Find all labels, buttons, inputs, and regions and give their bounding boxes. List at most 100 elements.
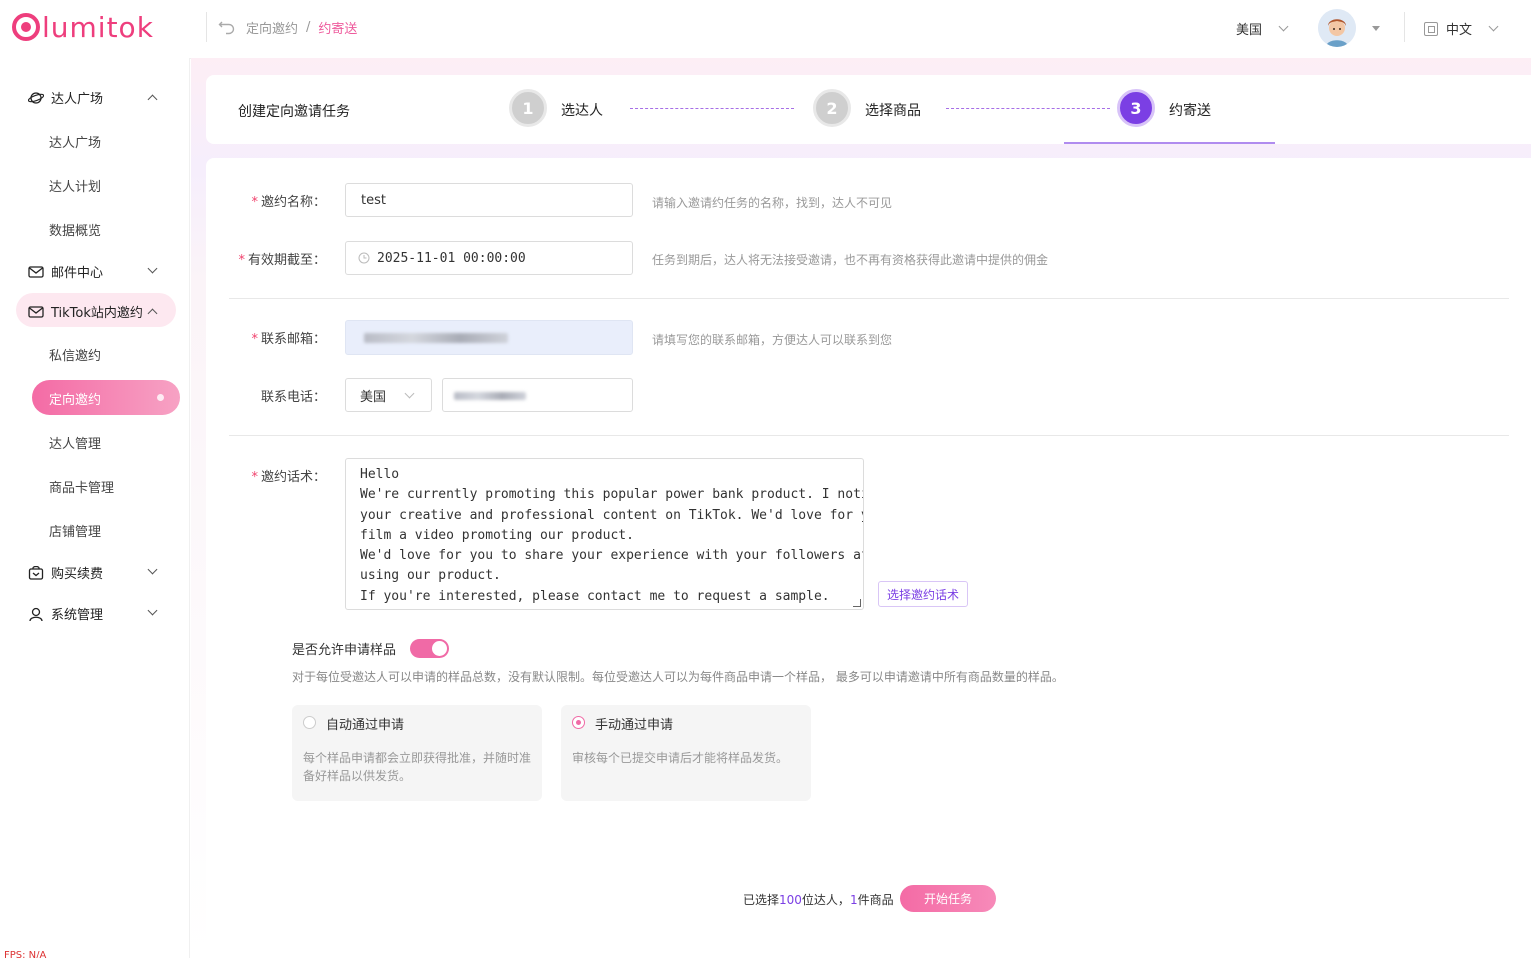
phone-country-value: 美国 xyxy=(360,389,387,405)
sidebar-group-label: 达人广场 xyxy=(51,92,104,107)
invite-script-label: * 邀约话术： xyxy=(251,470,326,485)
expiry-label: * 有效期截至： xyxy=(238,253,326,268)
breadcrumb-separator: / xyxy=(306,20,311,35)
step-number: 1 xyxy=(522,98,534,118)
step-number: 2 xyxy=(826,98,838,118)
step-3-label: 约寄送 xyxy=(1169,103,1211,119)
sidebar-group-system[interactable]: 系统管理 xyxy=(28,604,103,623)
header-divider xyxy=(206,12,207,42)
manual-approve-option[interactable]: 手动通过申请 审核每个已提交申请后才能将样品发货。 xyxy=(561,705,811,801)
user-icon xyxy=(29,607,43,621)
email-input[interactable] xyxy=(345,320,633,355)
expiry-datetime-input[interactable]: 2025-11-01 00:00:00 xyxy=(345,241,633,275)
sidebar-group-purchase[interactable]: 购买续费 xyxy=(28,563,103,582)
step-2-circle: 2 xyxy=(813,89,851,127)
start-task-button[interactable]: 开始任务 xyxy=(900,885,996,912)
breadcrumb-item-directed-invite[interactable]: 定向邀约 xyxy=(246,18,298,37)
step-3-circle: 3 xyxy=(1117,89,1155,127)
language-label: 中文 xyxy=(1446,23,1473,38)
script-line: We're currently promoting this popular p… xyxy=(360,487,864,503)
sidebar-item-creator-plan[interactable]: 达人计划 xyxy=(49,176,101,195)
active-step-underline xyxy=(1064,142,1275,144)
avatar-face-icon xyxy=(1318,9,1356,47)
sidebar-item-data-overview[interactable]: 数据概览 xyxy=(49,220,101,239)
top-header: lumitok 定向邀约 / 约寄送 美国 中文 xyxy=(0,0,1531,56)
section-divider xyxy=(229,435,1509,436)
region-select[interactable]: 美国 xyxy=(1236,19,1289,38)
active-dot-icon xyxy=(157,394,164,401)
manual-approve-radio[interactable] xyxy=(572,716,585,729)
script-line: If you're interested, please contact me … xyxy=(360,588,830,604)
sidebar-group-label: TikTok站内邀约 xyxy=(51,306,143,321)
back-arrow-icon[interactable] xyxy=(218,19,236,37)
chevron-down-icon xyxy=(1488,21,1499,32)
email-hint: 请填写您的联系邮箱，方便达人可以联系到您 xyxy=(652,333,893,347)
sidebar-group-label: 邮件中心 xyxy=(51,266,104,281)
lumitok-logo[interactable]: lumitok xyxy=(12,10,154,44)
auto-approve-option[interactable]: 自动通过申请 每个样品申请都会立即获得批准，并随时准备好样品以供发货。 xyxy=(292,705,542,801)
expiry-hint: 任务到期后，达人将无法接受邀请，也不再有资格获得此邀请中提供的佣金 xyxy=(652,253,1049,267)
section-divider xyxy=(229,298,1509,299)
sidebar-item-dm-invite[interactable]: 私信邀约 xyxy=(49,345,101,364)
invite-name-hint: 请输入邀请约任务的名称，找到，达人不可见 xyxy=(652,196,893,210)
breadcrumb-item-current: 约寄送 xyxy=(318,22,358,37)
phone-country-select[interactable]: 美国 xyxy=(345,378,432,412)
sidebar-item-creator-plaza[interactable]: 达人广场 xyxy=(49,132,101,151)
auto-approve-radio[interactable] xyxy=(303,716,316,729)
language-select[interactable]: 中文 xyxy=(1424,19,1499,38)
sidebar-group-tiktok-invite[interactable]: TikTok站内邀约 xyxy=(28,302,143,321)
sidebar-item-creator-management[interactable]: 达人管理 xyxy=(49,433,101,452)
planet-icon xyxy=(28,91,44,104)
sidebar-group-label: 系统管理 xyxy=(51,608,104,623)
breadcrumb: 定向邀约 / 约寄送 xyxy=(218,18,357,37)
option-description: 每个样品申请都会立即获得批准，并随时准备好样品以供发货。 xyxy=(303,751,532,783)
sidebar-group-mail-center[interactable]: 邮件中心 xyxy=(28,262,103,281)
shopping-bag-icon xyxy=(28,565,44,580)
redacted-email xyxy=(364,333,508,343)
expiry-value: 2025-11-01 00:00:00 xyxy=(377,250,526,266)
clock-icon xyxy=(358,252,370,264)
option-description: 审核每个已提交申请后才能将样品发货。 xyxy=(572,751,789,765)
sidebar-group-creator-plaza[interactable]: 达人广场 xyxy=(28,88,103,107)
sidebar-item-store-management[interactable]: 店铺管理 xyxy=(49,521,101,540)
step-connector xyxy=(630,108,794,109)
phone-number-input[interactable] xyxy=(442,378,633,412)
logo-mark-icon xyxy=(12,13,40,41)
invite-name-input[interactable]: test xyxy=(345,183,633,217)
sidebar-item-product-card-management[interactable]: 商品卡管理 xyxy=(49,477,114,496)
option-title: 手动通过申请 xyxy=(595,718,674,733)
invite-name-label: * 邀约名称： xyxy=(251,195,326,210)
step-1-circle: 1 xyxy=(509,89,547,127)
language-icon xyxy=(1424,21,1438,36)
script-line: Hello xyxy=(360,467,400,482)
invite-script-textarea[interactable]: Hello We're currently promoting this pop… xyxy=(345,458,864,610)
fps-counter: FPS: N/A xyxy=(4,950,47,958)
user-avatar[interactable] xyxy=(1318,9,1356,47)
email-label: * 联系邮箱： xyxy=(251,332,326,347)
sidebar-item-directed-invite[interactable]: 定向邀约 xyxy=(32,380,180,415)
sidebar-item-label: 定向邀约 xyxy=(49,393,102,408)
header-divider xyxy=(1404,12,1405,42)
select-script-button[interactable]: 选择邀约话术 xyxy=(878,581,968,607)
step-connector xyxy=(946,108,1110,109)
resize-handle-icon[interactable] xyxy=(853,599,861,607)
steps-title: 创建定向邀请任务 xyxy=(238,104,350,120)
redacted-phone xyxy=(454,392,526,400)
creator-count: 100 xyxy=(779,893,802,907)
phone-label: 联系电话： xyxy=(260,390,326,405)
mail-icon xyxy=(28,265,44,278)
allow-sample-toggle[interactable] xyxy=(410,639,449,658)
logo-text: lumitok xyxy=(42,10,154,44)
step-number: 3 xyxy=(1130,98,1142,118)
summary-mid: 位达人， xyxy=(801,893,850,907)
sidebar-group-label: 购买续费 xyxy=(51,567,104,582)
mail-icon xyxy=(28,305,44,318)
user-menu-caret-icon[interactable] xyxy=(1372,26,1380,31)
script-line: We'd love for you to share your experien… xyxy=(360,548,864,564)
script-line: using our product. xyxy=(360,568,501,584)
step-1-label: 选达人 xyxy=(561,103,603,119)
toggle-knob xyxy=(432,641,447,656)
option-title: 自动通过申请 xyxy=(326,718,405,733)
chevron-down-icon xyxy=(404,388,415,398)
allow-sample-label: 是否允许申请样品 xyxy=(292,643,397,658)
